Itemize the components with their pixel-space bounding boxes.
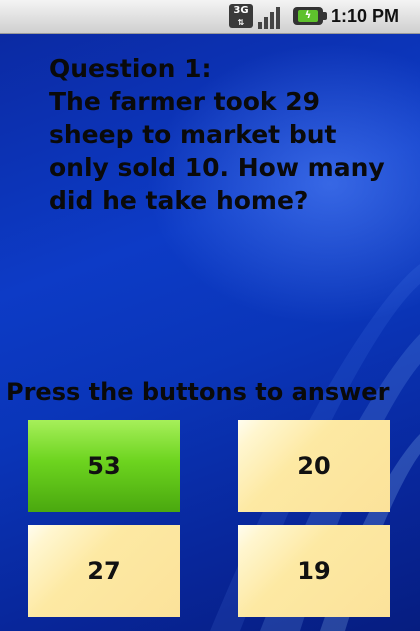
answer-button-3[interactable]: 27 xyxy=(28,525,180,617)
answer-button-1[interactable]: 53 xyxy=(28,420,180,512)
battery-charging-icon: ϟ xyxy=(293,7,327,25)
network-label: 3G xyxy=(233,5,249,16)
answer-button-4[interactable]: 19 xyxy=(238,525,390,617)
status-bar: 3G ⇅ ϟ 1:10 PM xyxy=(0,0,420,34)
question-title: Question 1: xyxy=(49,54,212,83)
quiz-screen: Question 1: The farmer took 29 sheep to … xyxy=(0,34,420,631)
question-text: The farmer took 29 sheep to market but o… xyxy=(49,87,385,215)
status-time: 1:10 PM xyxy=(331,6,400,26)
instruction-text: Press the buttons to answer xyxy=(6,378,390,406)
answer-button-2[interactable]: 20 xyxy=(238,420,390,512)
signal-strength-icon xyxy=(258,5,284,29)
network-3g-icon: 3G ⇅ xyxy=(229,4,253,28)
